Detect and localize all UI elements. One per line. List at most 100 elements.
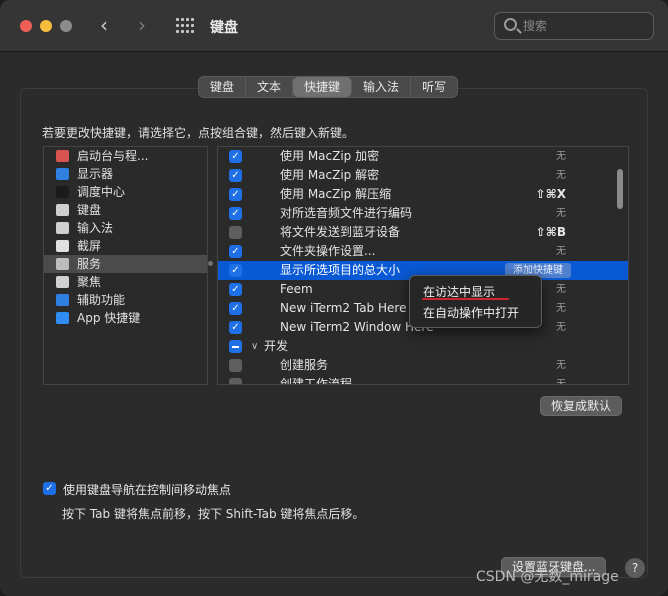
accessibility-icon xyxy=(56,294,69,306)
mission-control-icon xyxy=(56,186,69,198)
tab-input-sources[interactable]: 输入法 xyxy=(352,77,412,97)
shortcut-key[interactable]: ⇧⌘X xyxy=(536,185,566,204)
category-item[interactable]: 截屏 xyxy=(44,237,207,255)
shortcut-group-row[interactable]: ∨ 开发 xyxy=(218,337,628,356)
shortcut-checkbox[interactable] xyxy=(229,226,242,239)
tab-shortcuts[interactable]: 快捷键 xyxy=(293,77,353,97)
app-store-icon xyxy=(56,312,69,324)
forward-chevron-icon[interactable]: › xyxy=(138,13,146,37)
group-checkbox[interactable] xyxy=(229,340,242,353)
zoom-button[interactable] xyxy=(60,20,72,32)
minimize-button[interactable] xyxy=(40,20,52,32)
help-button[interactable]: ? xyxy=(625,558,645,578)
red-underline-annotation xyxy=(422,298,509,300)
shortcut-row[interactable]: ✓ 使用 MacZip 解密 无 xyxy=(218,166,628,185)
shortcut-label: 显示所选项目的总大小 xyxy=(280,263,401,277)
tab-dictation[interactable]: 听写 xyxy=(411,77,457,97)
shortcut-key[interactable]: 无 xyxy=(556,204,566,223)
category-item[interactable]: 服务 xyxy=(44,255,207,273)
instruction-text: 若要更改快捷键，请选择它，点按组合键，然后键入新键。 xyxy=(42,126,355,140)
restore-defaults-button[interactable]: 恢复成默认 xyxy=(540,396,623,416)
launchpad-icon xyxy=(56,150,69,162)
category-item[interactable]: 启动台与程... xyxy=(44,147,207,165)
input-source-icon xyxy=(56,222,69,234)
shortcut-checkbox[interactable]: ✓ xyxy=(229,264,242,277)
search-field[interactable] xyxy=(494,12,654,40)
shortcut-key[interactable]: 无 xyxy=(556,242,566,261)
category-item[interactable]: 聚焦 xyxy=(44,273,207,291)
window-title: 键盘 xyxy=(210,20,238,36)
shortcut-checkbox[interactable] xyxy=(229,378,242,384)
shortcut-key[interactable]: 无 xyxy=(556,299,566,318)
shortcut-key[interactable]: 无 xyxy=(556,147,566,166)
tab-keyboard[interactable]: 键盘 xyxy=(199,77,247,97)
scrollbar[interactable] xyxy=(617,169,623,209)
shortcut-checkbox[interactable] xyxy=(229,359,242,372)
shortcut-row[interactable]: ✓ 使用 MacZip 加密 无 xyxy=(218,147,628,166)
shortcut-checkbox[interactable]: ✓ xyxy=(229,207,242,220)
shortcut-row[interactable]: 创建工作流程 无 xyxy=(218,375,628,384)
shortcut-row[interactable]: 将文件发送到蓝牙设备 ⇧⌘B xyxy=(218,223,628,242)
disclosure-chevron-icon[interactable]: ∨ xyxy=(251,337,258,356)
keyboard-navigation-checkbox[interactable]: ✓ xyxy=(43,482,56,495)
context-menu: 在访达中显示 在自动操作中打开 xyxy=(409,275,542,328)
category-label: App 快捷键 xyxy=(77,311,141,325)
split-view-handle[interactable] xyxy=(208,261,213,266)
category-label: 聚焦 xyxy=(77,275,102,289)
shortcut-label: 使用 MacZip 解密 xyxy=(280,168,380,182)
shortcut-key[interactable]: ⇧⌘B xyxy=(536,223,566,242)
shortcut-checkbox[interactable]: ✓ xyxy=(229,302,242,315)
search-icon xyxy=(504,18,517,31)
shortcut-key[interactable]: 无 xyxy=(556,356,566,375)
shortcut-row[interactable]: ✓ 使用 MacZip 解压缩 ⇧⌘X xyxy=(218,185,628,204)
category-item[interactable]: 输入法 xyxy=(44,219,207,237)
category-label: 服务 xyxy=(77,257,102,271)
back-chevron-icon[interactable]: ‹ xyxy=(100,13,108,37)
shortcut-label: 将文件发送到蓝牙设备 xyxy=(280,225,401,239)
search-input[interactable] xyxy=(523,16,648,36)
category-list: 启动台与程... 显示器调度中心键盘输入法截屏服务聚焦辅助功能 App 快捷键 xyxy=(43,146,208,385)
watermark: CSDN @无数_mirage xyxy=(476,569,619,585)
shortcut-checkbox[interactable]: ✓ xyxy=(229,245,242,258)
shortcut-key[interactable]: 无 xyxy=(556,280,566,299)
shortcut-label: 创建服务 xyxy=(280,358,329,372)
tab-bar: 键盘 文本 快捷键 输入法 听写 xyxy=(198,76,459,98)
shortcut-key[interactable]: 无 xyxy=(556,166,566,185)
shortcut-row[interactable]: ✓ 文件夹操作设置... 无 xyxy=(218,242,628,261)
shortcut-row[interactable]: ✓ 对所选音频文件进行编码 无 xyxy=(218,204,628,223)
tab-text[interactable]: 文本 xyxy=(246,77,294,97)
shortcut-label: 文件夹操作设置... xyxy=(280,244,376,258)
shortcut-checkbox[interactable]: ✓ xyxy=(229,321,242,334)
keyboard-navigation-label: 使用键盘导航在控制间移动焦点 xyxy=(63,483,232,497)
keyboard-preferences-window: ‹ › 键盘 键盘 文本 快捷键 输入法 听写 若要更改快捷键，请选择它，点按组… xyxy=(0,0,668,596)
category-item[interactable]: 调度中心 xyxy=(44,183,207,201)
display-icon xyxy=(56,168,69,180)
shortcut-checkbox[interactable]: ✓ xyxy=(229,283,242,296)
shortcut-checkbox[interactable]: ✓ xyxy=(229,150,242,163)
shortcut-label: Feem xyxy=(280,282,313,296)
category-label: 截屏 xyxy=(77,239,102,253)
category-item[interactable]: 键盘 xyxy=(44,201,207,219)
close-button[interactable] xyxy=(20,20,32,32)
show-all-grid-icon[interactable] xyxy=(176,18,194,34)
shortcut-list: ✓ 使用 MacZip 加密无 ✓ 使用 MacZip 解密无 ✓ 使用 MacZip 解… xyxy=(217,146,629,385)
services-gear-icon xyxy=(56,258,69,270)
titlebar: ‹ › 键盘 xyxy=(0,0,668,52)
category-label: 调度中心 xyxy=(77,185,126,199)
category-label: 输入法 xyxy=(77,221,114,235)
group-label: 开发 xyxy=(264,339,289,353)
shortcut-key[interactable]: 无 xyxy=(556,318,566,337)
menu-item-open-in-automator[interactable]: 在自动操作中打开 xyxy=(423,304,519,321)
shortcut-row[interactable]: 创建服务 无 xyxy=(218,356,628,375)
shortcut-label: 对所选音频文件进行编码 xyxy=(280,206,413,220)
shortcut-checkbox[interactable]: ✓ xyxy=(229,169,242,182)
category-label: 键盘 xyxy=(77,203,102,217)
spotlight-icon xyxy=(56,276,69,288)
category-item[interactable]: 辅助功能 xyxy=(44,291,207,309)
category-item[interactable]: App 快捷键 xyxy=(44,309,207,327)
keyboard-icon xyxy=(56,204,69,216)
category-item[interactable]: 显示器 xyxy=(44,165,207,183)
shortcut-checkbox[interactable]: ✓ xyxy=(229,188,242,201)
screenshot-icon xyxy=(56,240,69,252)
shortcut-key[interactable]: 无 xyxy=(556,375,566,384)
